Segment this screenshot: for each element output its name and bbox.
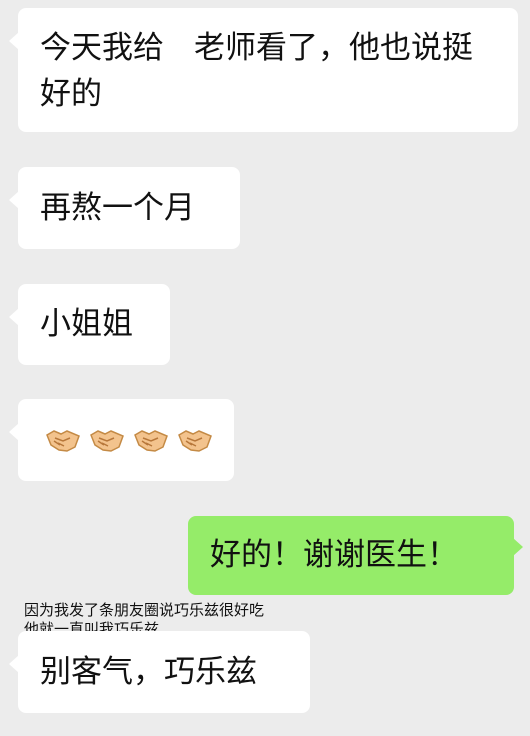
message-bubble[interactable]: 今天我给 老师看了，他也说挺好的 bbox=[9, 8, 518, 132]
message-text: 好的！谢谢医生！ bbox=[210, 537, 458, 573]
message-bubble-outgoing[interactable]: 好的！谢谢医生！ bbox=[188, 516, 523, 595]
handshake-icon bbox=[46, 430, 80, 452]
message-bubble[interactable]: 再熬一个月 bbox=[9, 167, 240, 249]
message-text: 再熬一个月 bbox=[40, 190, 195, 226]
message-bubble[interactable]: 小姐姐 bbox=[9, 284, 170, 365]
message-text: 别客气，巧乐兹 bbox=[40, 654, 257, 690]
message-text: 小姐姐 bbox=[40, 306, 133, 342]
handshake-icon bbox=[178, 430, 212, 452]
message-text: 今天我给 bbox=[40, 30, 164, 66]
handshake-icon bbox=[90, 430, 124, 452]
handshake-icon bbox=[134, 430, 168, 452]
emoji-row bbox=[45, 399, 234, 481]
redacted-name bbox=[164, 34, 194, 65]
emoji-message-bubble[interactable] bbox=[9, 399, 234, 481]
message-bubble[interactable]: 别客气，巧乐兹 bbox=[9, 631, 310, 713]
